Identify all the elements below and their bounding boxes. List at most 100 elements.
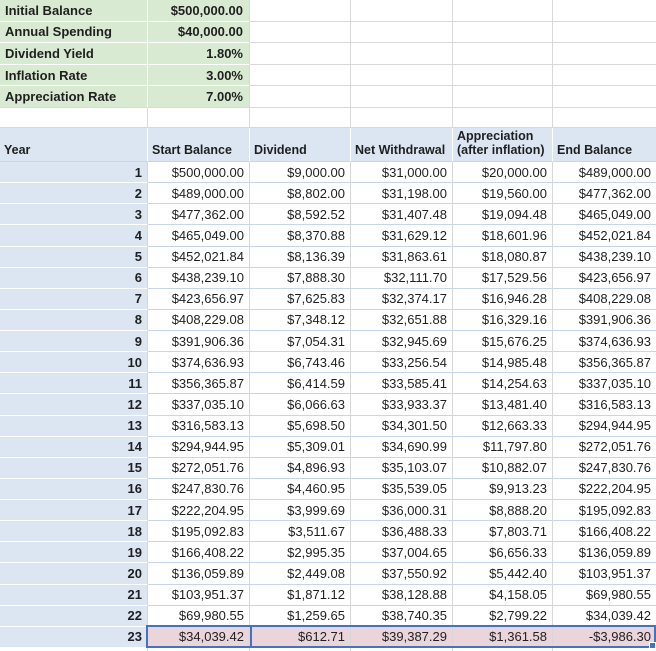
empty-cell[interactable] [148, 108, 250, 128]
empty-cell[interactable] [553, 0, 656, 22]
cell-dividend[interactable]: $612.71 [250, 627, 351, 648]
cell-year[interactable]: 11 [0, 373, 148, 394]
cell-start-balance[interactable]: $489,000.00 [148, 183, 250, 204]
cell-year[interactable]: 5 [0, 247, 148, 268]
cell-appreciation[interactable]: $7,803.71 [453, 521, 553, 542]
empty-cell[interactable] [553, 22, 656, 44]
cell-end-balance[interactable]: $477,362.00 [553, 183, 656, 204]
cell-end-balance[interactable]: $103,951.37 [553, 563, 656, 584]
cell-start-balance[interactable]: $166,408.22 [148, 542, 250, 563]
param-value-cell[interactable]: 1.80% [148, 43, 250, 65]
empty-cell[interactable] [453, 43, 553, 65]
empty-cell[interactable] [553, 86, 656, 108]
empty-cell[interactable] [0, 108, 148, 128]
cell-end-balance[interactable]: $337,035.10 [553, 373, 656, 394]
param-label-cell[interactable]: Annual Spending [0, 22, 148, 44]
cell-net-withdrawal[interactable]: $33,585.41 [351, 373, 453, 394]
cell-appreciation[interactable]: $12,663.33 [453, 416, 553, 437]
cell-start-balance[interactable]: $477,362.00 [148, 204, 250, 225]
cell-start-balance[interactable]: $356,365.87 [148, 373, 250, 394]
cell-appreciation[interactable]: $1,361.58 [453, 627, 553, 648]
cell-net-withdrawal[interactable]: $38,128.88 [351, 585, 453, 606]
empty-cell[interactable] [250, 22, 351, 44]
cell-end-balance[interactable]: $408,229.08 [553, 289, 656, 310]
cell-appreciation[interactable]: $13,481.40 [453, 394, 553, 415]
param-label-cell[interactable]: Initial Balance [0, 0, 148, 22]
cell-appreciation[interactable]: $6,656.33 [453, 542, 553, 563]
cell-start-balance[interactable]: $103,951.37 [148, 585, 250, 606]
cell-end-balance[interactable]: $374,636.93 [553, 331, 656, 352]
cell-dividend[interactable]: $4,896.93 [250, 458, 351, 479]
cell-appreciation[interactable]: $11,797.80 [453, 437, 553, 458]
cell-appreciation[interactable]: $16,946.28 [453, 289, 553, 310]
param-value-cell[interactable]: 7.00% [148, 86, 250, 108]
cell-appreciation[interactable]: $8,888.20 [453, 500, 553, 521]
empty-cell[interactable] [250, 108, 351, 128]
cell-year[interactable]: 13 [0, 416, 148, 437]
cell-dividend[interactable]: $4,460.95 [250, 479, 351, 500]
cell-start-balance[interactable]: $272,051.76 [148, 458, 250, 479]
cell-net-withdrawal[interactable]: $32,945.69 [351, 331, 453, 352]
cell-year[interactable]: 23 [0, 627, 148, 648]
header-cell-dividend[interactable]: Dividend [250, 128, 351, 162]
cell-dividend[interactable]: $6,414.59 [250, 373, 351, 394]
cell-year[interactable]: 2 [0, 183, 148, 204]
cell-end-balance[interactable]: $489,000.00 [553, 162, 656, 183]
cell-dividend[interactable]: $3,999.69 [250, 500, 351, 521]
cell-start-balance[interactable]: $500,000.00 [148, 162, 250, 183]
cell-appreciation[interactable]: $18,601.96 [453, 225, 553, 246]
header-cell-start-balance[interactable]: Start Balance [148, 128, 250, 162]
empty-cell[interactable] [351, 86, 453, 108]
cell-dividend[interactable]: $6,743.46 [250, 352, 351, 373]
cell-appreciation[interactable]: $16,329.16 [453, 310, 553, 331]
cell-start-balance[interactable]: $34,039.42 [148, 627, 250, 648]
cell-year[interactable]: 7 [0, 289, 148, 310]
cell-net-withdrawal[interactable]: $33,256.54 [351, 352, 453, 373]
cell-year[interactable]: 16 [0, 479, 148, 500]
cell-appreciation[interactable]: $20,000.00 [453, 162, 553, 183]
cell-start-balance[interactable]: $452,021.84 [148, 247, 250, 268]
empty-cell[interactable] [453, 108, 553, 128]
cell-year[interactable]: 4 [0, 225, 148, 246]
cell-net-withdrawal[interactable]: $32,374.17 [351, 289, 453, 310]
cell-year[interactable]: 20 [0, 563, 148, 584]
cell-dividend[interactable]: $7,054.31 [250, 331, 351, 352]
empty-cell[interactable] [453, 0, 553, 22]
cell-start-balance[interactable]: $247,830.76 [148, 479, 250, 500]
cell-dividend[interactable]: $7,888.30 [250, 268, 351, 289]
empty-cell[interactable] [453, 65, 553, 87]
cell-year[interactable]: 15 [0, 458, 148, 479]
cell-appreciation[interactable]: $14,985.48 [453, 352, 553, 373]
cell-dividend[interactable]: $2,449.08 [250, 563, 351, 584]
param-label-cell[interactable]: Appreciation Rate [0, 86, 148, 108]
cell-year[interactable]: 3 [0, 204, 148, 225]
cell-dividend[interactable]: $8,136.39 [250, 247, 351, 268]
cell-net-withdrawal[interactable]: $37,550.92 [351, 563, 453, 584]
cell-net-withdrawal[interactable]: $35,539.05 [351, 479, 453, 500]
empty-cell[interactable] [453, 22, 553, 44]
cell-appreciation[interactable]: $9,913.23 [453, 479, 553, 500]
cell-net-withdrawal[interactable]: $31,629.12 [351, 225, 453, 246]
empty-cell[interactable] [351, 65, 453, 87]
cell-end-balance[interactable]: $195,092.83 [553, 500, 656, 521]
cell-net-withdrawal[interactable]: $36,000.31 [351, 500, 453, 521]
cell-appreciation[interactable]: $15,676.25 [453, 331, 553, 352]
cell-dividend[interactable]: $6,066.63 [250, 394, 351, 415]
cell-year[interactable]: 12 [0, 394, 148, 415]
cell-start-balance[interactable]: $408,229.08 [148, 310, 250, 331]
cell-dividend[interactable]: $7,348.12 [250, 310, 351, 331]
cell-dividend[interactable]: $5,309.01 [250, 437, 351, 458]
cell-end-balance[interactable]: $452,021.84 [553, 225, 656, 246]
cell-appreciation[interactable]: $2,799.22 [453, 606, 553, 627]
cell-dividend[interactable]: $8,370.88 [250, 225, 351, 246]
cell-end-balance[interactable]: $316,583.13 [553, 394, 656, 415]
cell-appreciation[interactable]: $18,080.87 [453, 247, 553, 268]
cell-net-withdrawal[interactable]: $31,198.00 [351, 183, 453, 204]
cell-end-balance[interactable]: $391,906.36 [553, 310, 656, 331]
empty-cell[interactable] [553, 43, 656, 65]
cell-net-withdrawal[interactable]: $33,933.37 [351, 394, 453, 415]
cell-start-balance[interactable]: $136,059.89 [148, 563, 250, 584]
cell-start-balance[interactable]: $195,092.83 [148, 521, 250, 542]
header-cell-end-balance[interactable]: End Balance [553, 128, 656, 162]
cell-year[interactable]: 17 [0, 500, 148, 521]
